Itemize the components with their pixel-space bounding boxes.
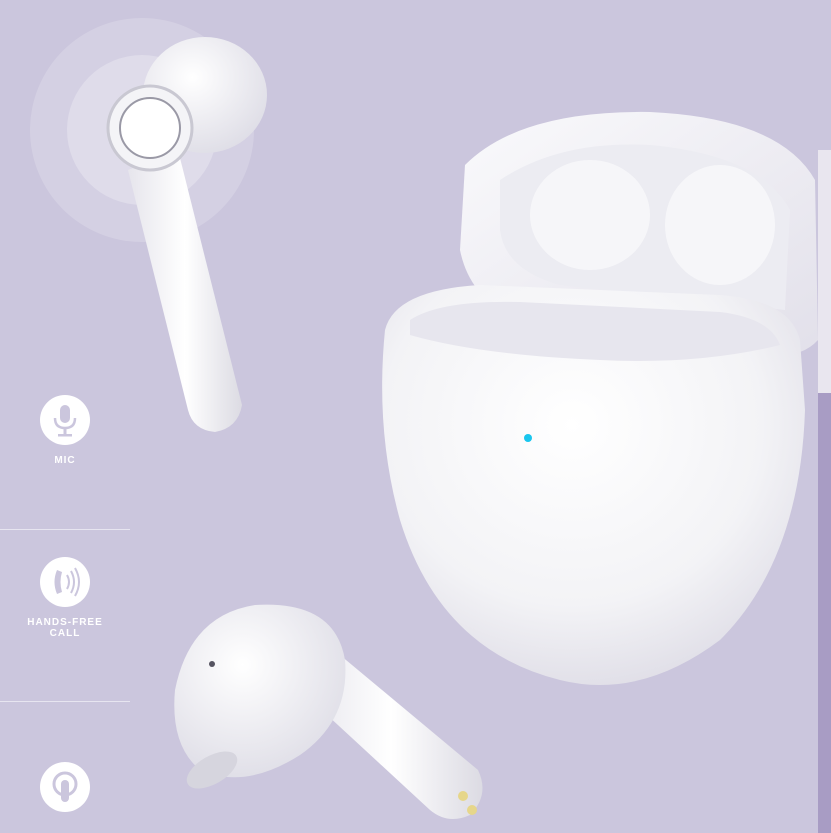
- status-led: [524, 434, 532, 442]
- microphone-icon: [40, 395, 90, 445]
- feature-touch: [0, 762, 130, 822]
- earbud-bottom-head: [174, 604, 346, 778]
- earbud-bottom: [174, 604, 483, 819]
- earbud-top: [30, 18, 267, 432]
- feature-mic: MIC: [0, 395, 130, 466]
- feature-label: HANDS-FREE CALL: [27, 617, 103, 639]
- feature-hands-free-call: HANDS-FREE CALL: [0, 557, 130, 639]
- case-base: [382, 285, 805, 685]
- touch-icon: [40, 762, 90, 812]
- divider: [0, 529, 130, 530]
- phone-handset-icon: [40, 557, 90, 607]
- charging-contact: [467, 805, 477, 815]
- divider: [0, 701, 130, 702]
- charging-contact: [458, 791, 468, 801]
- feature-label: MIC: [54, 455, 76, 466]
